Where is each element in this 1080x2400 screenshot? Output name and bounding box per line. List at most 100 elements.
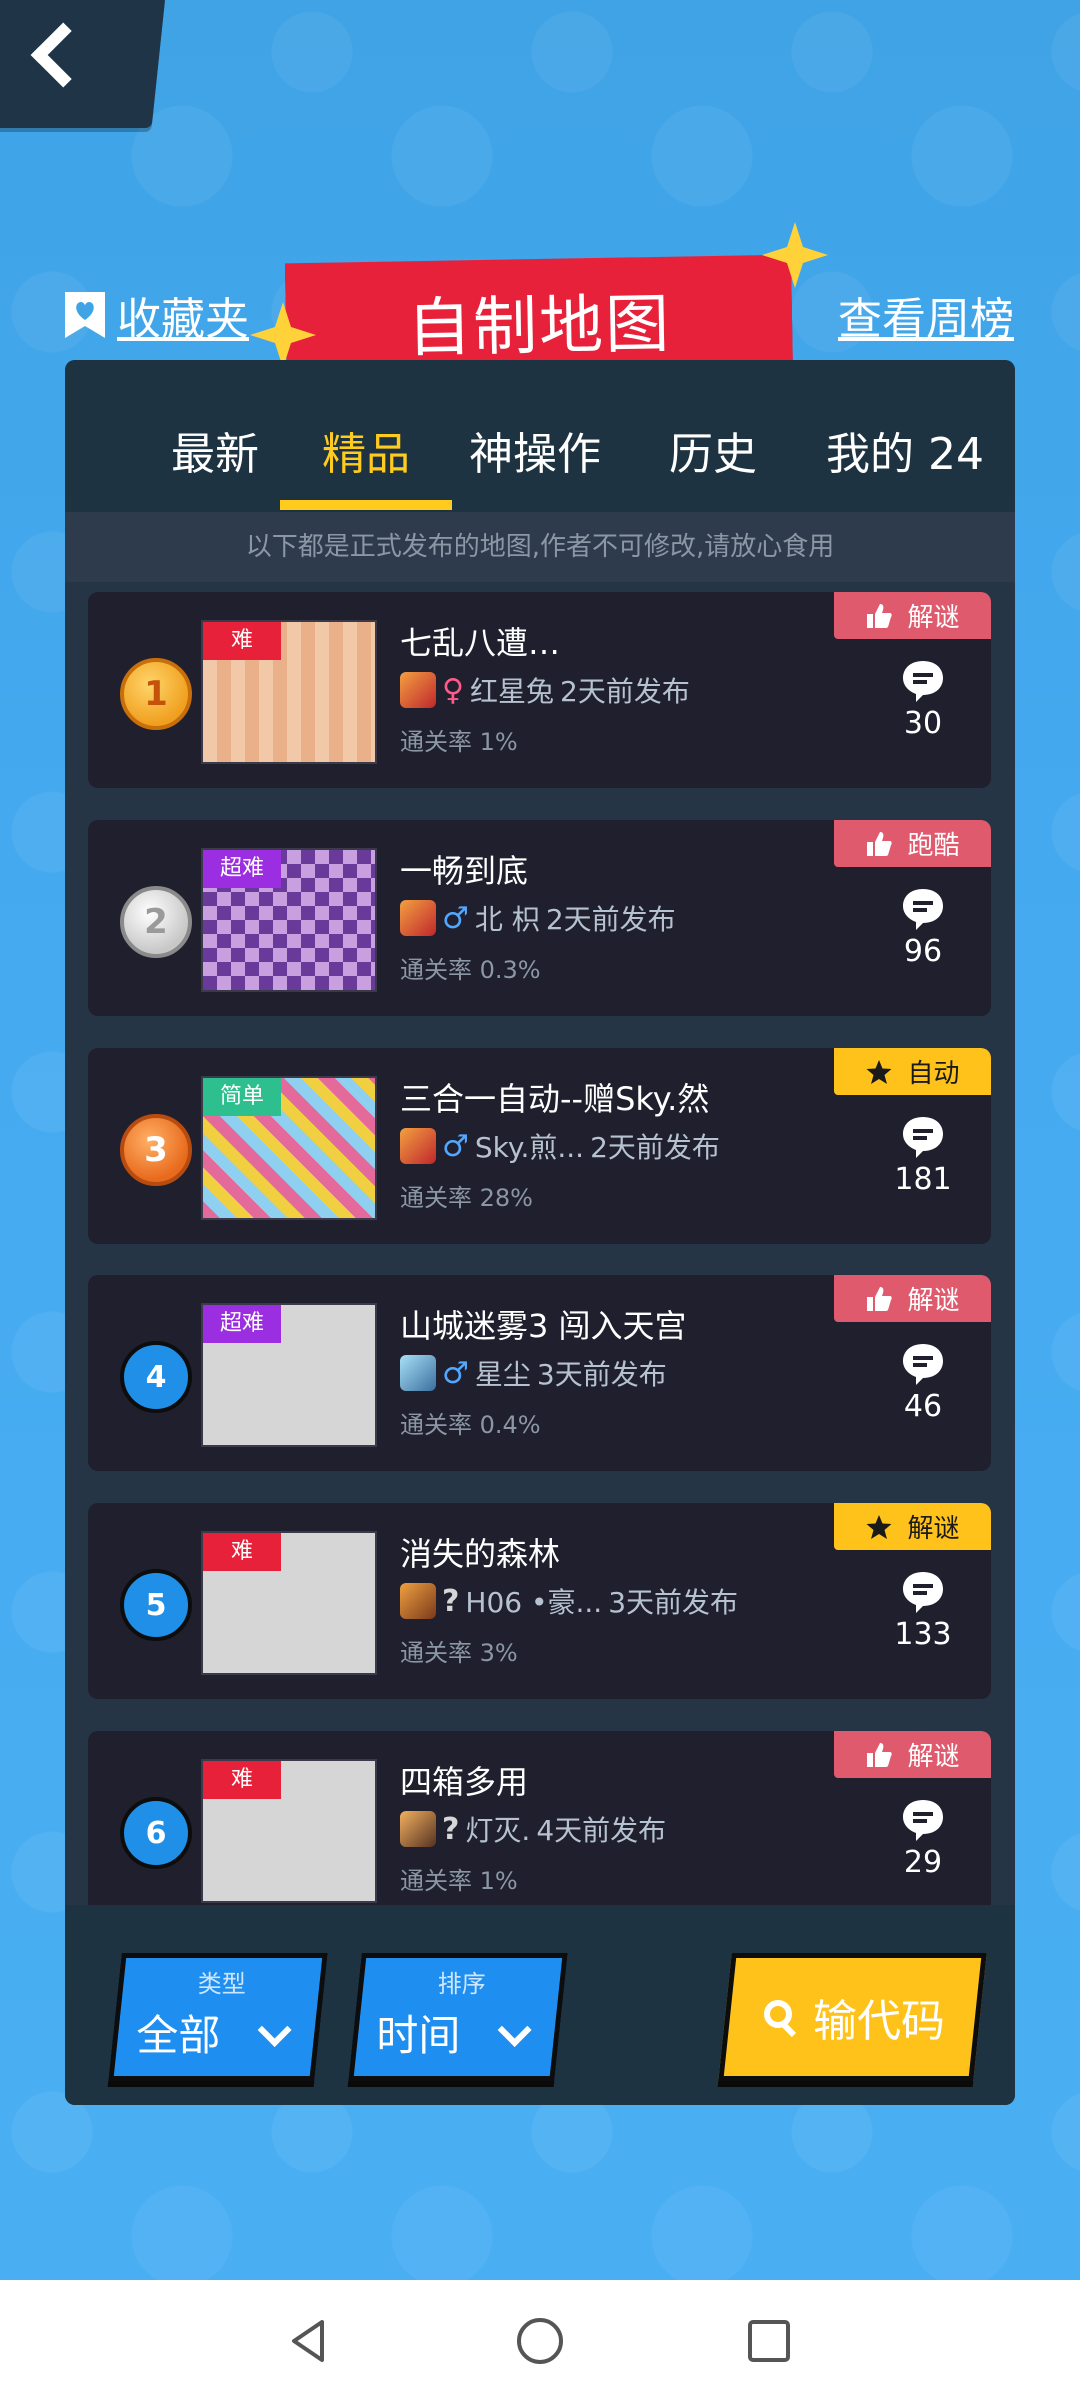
comment-count[interactable]: 133: [888, 1569, 958, 1652]
comment-count-value: 133: [894, 1617, 952, 1652]
comment-count[interactable]: 30: [888, 658, 958, 741]
map-thumbnail[interactable]: 难: [201, 1531, 377, 1675]
comment-count[interactable]: 46: [888, 1341, 958, 1424]
weekly-ranking-link[interactable]: 查看周榜: [838, 283, 1014, 347]
back-button[interactable]: [0, 0, 165, 128]
comment-bubble-icon: [900, 1569, 946, 1615]
nav-home-icon[interactable]: [513, 2314, 567, 2368]
favorites-label: 收藏夹: [117, 294, 249, 345]
type-filter-dropdown[interactable]: 类型 全部: [108, 1953, 328, 2081]
nav-recents-icon[interactable]: [742, 2314, 796, 2368]
map-card[interactable]: 4 超难 山城迷雾3 闯入天宫 ♂ 星尘 3天前发布 通关率 0.4% 解谜 4…: [88, 1275, 991, 1471]
type-filter-label: 类型: [197, 1970, 246, 1998]
comment-count[interactable]: 181: [888, 1114, 958, 1197]
rank-number-badge: 4: [120, 1341, 192, 1413]
search-icon: [761, 1997, 801, 2038]
author-name[interactable]: Sky.煎...: [475, 1126, 584, 1166]
publish-time: 2天前发布: [545, 903, 676, 936]
male-gender-icon: ♂: [442, 900, 469, 936]
unknown-gender-icon: ?: [442, 1583, 460, 1619]
avatar[interactable]: [400, 672, 436, 708]
tab-god-operations[interactable]: 神操作: [465, 418, 605, 482]
map-title: 七乱八遭…: [400, 624, 561, 662]
author-name[interactable]: 灯灭.: [465, 1809, 530, 1849]
map-thumbnail[interactable]: 简单: [201, 1076, 377, 1220]
author-name[interactable]: 北 枳: [475, 898, 540, 938]
category-label: 自动: [907, 1059, 960, 1089]
map-card[interactable]: 2 超难 一畅到底 ♂ 北 枳 2天前发布 通关率 0.3% 跑酷 96: [88, 820, 991, 1016]
publish-time: 4天前发布: [536, 1814, 667, 1847]
pass-rate: 通关率 1%: [400, 1867, 518, 1895]
nav-back-icon[interactable]: [282, 2314, 336, 2368]
type-filter-value: 全部: [136, 2011, 221, 2060]
map-title: 消失的森林: [400, 1535, 561, 1573]
avatar[interactable]: [400, 1583, 436, 1619]
avatar[interactable]: [400, 1355, 436, 1391]
category-label: 解谜: [907, 1514, 960, 1544]
star-icon: [865, 1513, 893, 1541]
sort-label: 排序: [437, 1970, 486, 1998]
author-row: ? 灯灭. 4天前发布: [400, 1809, 666, 1849]
female-gender-icon: ♀: [442, 672, 464, 708]
publish-time: 2天前发布: [590, 1131, 720, 1164]
category-tag: 解谜: [834, 1731, 991, 1778]
avatar[interactable]: [400, 1128, 436, 1164]
publish-time: 3天前发布: [608, 1586, 739, 1619]
map-thumbnail[interactable]: 难: [201, 620, 377, 764]
publish-time: 2天前发布: [560, 675, 690, 708]
difficulty-badge: 难: [203, 1533, 281, 1571]
comment-count[interactable]: 96: [888, 886, 958, 969]
tab-mine[interactable]: 我的 24: [805, 418, 1005, 482]
map-card[interactable]: 5 难 消失的森林 ? H06 •豪... 3天前发布 通关率 3% 解谜 13…: [88, 1503, 991, 1699]
map-thumbnail[interactable]: 超难: [201, 1303, 377, 1447]
tab-latest[interactable]: 最新: [150, 418, 280, 482]
author-name[interactable]: 星尘: [475, 1353, 531, 1393]
chevron-down-icon: [257, 2013, 292, 2047]
comment-bubble-icon: [900, 1797, 946, 1843]
author-row: ♂ 星尘 3天前发布: [400, 1353, 667, 1393]
chevron-down-icon: [497, 2013, 532, 2047]
page-title: 自制地图: [406, 287, 672, 367]
comment-bubble-icon: [900, 1114, 946, 1160]
difficulty-badge: 难: [203, 1761, 281, 1799]
comment-count-value: 181: [894, 1162, 952, 1197]
enter-code-button[interactable]: 输代码: [718, 1953, 987, 2081]
comment-bubble-icon: [900, 658, 946, 704]
favorites-link[interactable]: 收藏夹: [63, 283, 249, 347]
author-name[interactable]: 红星兔: [470, 670, 554, 710]
map-card[interactable]: 6 难 四箱多用 ? 灯灭. 4天前发布 通关率 1% 解谜 29: [88, 1731, 991, 1927]
rank-number-badge: 5: [120, 1569, 192, 1641]
author-row: ? H06 •豪... 3天前发布: [400, 1581, 738, 1621]
author-row: ♀ 红星兔 2天前发布: [400, 670, 690, 710]
map-title: 一畅到底: [400, 852, 529, 890]
map-card[interactable]: 3 简单 三合一自动--赠Sky.然 ♂ Sky.煎... 2天前发布 通关率 …: [88, 1048, 991, 1244]
category-tag: 解谜: [834, 1275, 991, 1322]
difficulty-badge: 超难: [203, 1305, 281, 1343]
tab-history[interactable]: 历史: [648, 418, 778, 482]
map-title: 三合一自动--赠Sky.然: [400, 1080, 710, 1118]
map-thumbnail[interactable]: 超难: [201, 848, 377, 992]
difficulty-badge: 简单: [203, 1078, 281, 1116]
thumbs-up-icon: [865, 602, 893, 630]
comment-count-value: 29: [903, 1845, 943, 1880]
avatar[interactable]: [400, 1811, 436, 1847]
comment-count[interactable]: 29: [888, 1797, 958, 1880]
system-navigation-bar: [0, 2280, 1080, 2400]
author-name[interactable]: H06 •豪...: [465, 1581, 602, 1621]
map-title: 四箱多用: [400, 1763, 529, 1801]
map-list-panel: 最新 精品 神操作 历史 我的 24 以下都是正式发布的地图,作者不可修改,请放…: [65, 360, 1015, 2105]
unknown-gender-icon: ?: [442, 1811, 460, 1847]
star-icon: [865, 1058, 893, 1086]
map-thumbnail[interactable]: 难: [201, 1759, 377, 1903]
difficulty-badge: 超难: [203, 850, 281, 888]
rank-medal-gold-icon: 1: [120, 658, 192, 730]
pass-rate: 通关率 28%: [400, 1184, 533, 1212]
tab-featured[interactable]: 精品: [301, 418, 431, 482]
pass-rate: 通关率 0.4%: [400, 1411, 541, 1439]
bookmark-heart-icon: [63, 290, 107, 340]
filter-bar: 类型 全部 排序 时间 输代码: [65, 1905, 1015, 2105]
sort-dropdown[interactable]: 排序 时间: [348, 1953, 568, 2081]
category-label: 解谜: [907, 1742, 960, 1772]
avatar[interactable]: [400, 900, 436, 936]
map-card[interactable]: 1 难 七乱八遭… ♀ 红星兔 2天前发布 通关率 1% 解谜 30: [88, 592, 991, 788]
